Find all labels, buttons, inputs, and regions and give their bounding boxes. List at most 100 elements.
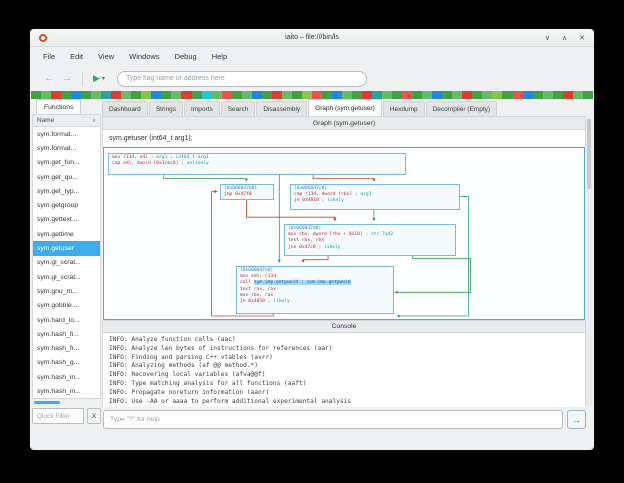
titlebar[interactable]: iaito – file:///bin/ls ∨ ∧ ✕ bbox=[30, 29, 594, 47]
function-list-item[interactable]: sym.hash_fr... bbox=[33, 341, 100, 355]
memory-segment bbox=[332, 91, 342, 99]
memory-segment bbox=[71, 91, 81, 99]
tab-strings[interactable]: Strings bbox=[149, 101, 183, 116]
console-log-line: INFO: Analyze function calls (aac) bbox=[109, 336, 585, 345]
continue-debug-icon[interactable]: ▶ bbox=[93, 74, 100, 83]
function-list-item[interactable]: sym.hash_in... bbox=[33, 384, 100, 398]
maximize-icon[interactable]: ∧ bbox=[562, 34, 567, 42]
memory-segment bbox=[462, 91, 472, 99]
function-list-item[interactable]: sym.gnu_m... bbox=[33, 284, 100, 298]
function-list-item[interactable]: sym.hash_in... bbox=[33, 370, 100, 384]
memory-segment bbox=[382, 91, 392, 99]
memory-segment bbox=[553, 91, 563, 99]
console-log-line: INFO: Finding and parsing C++ vtables (a… bbox=[109, 354, 585, 363]
function-list-item[interactable]: sym.gobble... bbox=[33, 299, 100, 313]
memory-segment bbox=[131, 91, 141, 99]
memory-segment bbox=[322, 91, 332, 99]
memory-segment bbox=[202, 91, 212, 99]
function-list-item[interactable]: sym.hard_lo... bbox=[33, 313, 100, 327]
iaito-logo-icon bbox=[39, 34, 47, 42]
function-list-item[interactable]: sym.getgroup bbox=[33, 198, 100, 212]
memory-segment bbox=[91, 91, 101, 99]
memory-segment bbox=[292, 91, 302, 99]
memory-segment bbox=[151, 91, 161, 99]
clear-filter-button[interactable]: X bbox=[87, 408, 101, 424]
functions-panel: Functions Name ∧ sym.format...sym.format… bbox=[32, 99, 101, 448]
menu-item-file[interactable]: File bbox=[43, 52, 55, 61]
basic-block[interactable]: [0x000047b8]jmp 0x47f0 bbox=[220, 184, 274, 200]
graph-dock-header[interactable]: Graph (sym.getuser) bbox=[102, 116, 586, 130]
seek-search-input[interactable] bbox=[117, 71, 367, 87]
function-list-item[interactable]: sym.get_qu... bbox=[33, 170, 100, 184]
graph-canvas[interactable]: mov r13d, edi ; arg1 ; int64_t arg1cmp e… bbox=[103, 147, 585, 320]
menu-item-debug[interactable]: Debug bbox=[175, 52, 197, 61]
memory-segment bbox=[482, 91, 492, 99]
memory-segment bbox=[543, 91, 553, 99]
function-list-item[interactable]: sym.getuser bbox=[33, 241, 100, 255]
disasm-line: je 0x4850 ; likely bbox=[240, 299, 390, 305]
horizontal-scrollbar-thumb[interactable] bbox=[34, 401, 60, 404]
function-list-item[interactable]: sym.get_fun... bbox=[33, 156, 100, 170]
functions-column-header[interactable]: Name ∧ bbox=[32, 114, 101, 127]
tab-decompiler-empty-[interactable]: Decompiler (Empty) bbox=[426, 101, 497, 116]
console-output[interactable]: INFO: Analyze function calls (aac) INFO: … bbox=[102, 333, 586, 407]
minimize-icon[interactable]: ∨ bbox=[545, 34, 550, 42]
console-dock-header[interactable]: Console bbox=[102, 320, 586, 333]
vertical-scrollbar-thumb[interactable] bbox=[587, 119, 591, 189]
memory-segment bbox=[41, 91, 51, 99]
menu-item-help[interactable]: Help bbox=[212, 52, 227, 61]
console-command-input[interactable] bbox=[103, 410, 563, 429]
arrow-right-icon: → bbox=[572, 415, 581, 425]
memory-segment bbox=[171, 91, 181, 99]
memory-segment bbox=[282, 91, 292, 99]
memory-segment bbox=[452, 91, 462, 99]
function-list-item[interactable]: sym.hash_g... bbox=[33, 356, 100, 370]
menu-item-view[interactable]: View bbox=[98, 52, 114, 61]
memory-segment bbox=[212, 91, 222, 99]
tab-graph-sym-getuser-[interactable]: Graph (sym.getuser) bbox=[308, 99, 382, 116]
vertical-scrollbar[interactable] bbox=[586, 117, 592, 407]
chevron-down-icon[interactable]: ▾ bbox=[102, 75, 105, 82]
memory-segment bbox=[232, 91, 242, 99]
console-send-button[interactable]: → bbox=[567, 410, 586, 429]
function-list-item[interactable]: sym.format... bbox=[33, 127, 100, 141]
tab-disassembly[interactable]: Disassembly bbox=[256, 101, 307, 116]
console-log-line: INFO: Analyzing methods (af @@ method.*) bbox=[109, 362, 585, 371]
quick-filter-row: X bbox=[32, 408, 101, 425]
tab-imports[interactable]: Imports bbox=[184, 101, 220, 116]
memory-segment bbox=[262, 91, 272, 99]
memory-segment bbox=[392, 91, 402, 99]
back-button[interactable]: ← bbox=[44, 74, 54, 84]
basic-block[interactable]: [0x000047d0]mov rbx, qword [rbx + 0x10] … bbox=[284, 224, 456, 256]
menu-item-windows[interactable]: Windows bbox=[129, 52, 159, 61]
functions-dock-tab[interactable]: Functions bbox=[36, 99, 81, 114]
console-input-row: → bbox=[103, 410, 586, 429]
memory-segment bbox=[432, 91, 442, 99]
memory-segment bbox=[192, 91, 202, 99]
menu-item-edit[interactable]: Edit bbox=[70, 52, 83, 61]
function-list-item[interactable]: sym.get_typ... bbox=[33, 184, 100, 198]
function-list-item[interactable]: sym.hash_fi... bbox=[33, 327, 100, 341]
screen: iaito – file:///bin/ls ∨ ∧ ✕ File Edit Vie… bbox=[0, 0, 624, 483]
function-signature: sym.getuser (int64_t arg1); bbox=[102, 130, 586, 147]
tab-hexdump[interactable]: Hexdump bbox=[383, 101, 425, 116]
forward-button[interactable]: → bbox=[62, 74, 72, 84]
function-list-item[interactable]: sym.gl_scrat... bbox=[33, 270, 100, 284]
quick-filter-input[interactable] bbox=[32, 408, 84, 424]
disasm-line: jmp 0x47f0 bbox=[224, 192, 270, 198]
function-list-item[interactable]: sym.gl_scrat... bbox=[33, 256, 100, 270]
memory-map-strip[interactable] bbox=[31, 91, 593, 99]
memory-segment bbox=[422, 91, 432, 99]
close-icon[interactable]: ✕ bbox=[579, 34, 585, 42]
memory-segment bbox=[573, 91, 583, 99]
function-list-item[interactable]: sym.format... bbox=[33, 141, 100, 155]
basic-block[interactable]: mov r13d, edi ; arg1 ; int64_t arg1cmp e… bbox=[108, 153, 406, 175]
tab-dashboard[interactable]: Dashboard bbox=[102, 101, 148, 116]
console-log-line: INFO: Recovering local variables (afva@@… bbox=[109, 371, 585, 380]
basic-block[interactable]: [0x000047e0]mov edi, r13dcall sym.imp.ge… bbox=[236, 266, 394, 314]
tab-search[interactable]: Search bbox=[221, 101, 256, 116]
functions-list: sym.format...sym.format...sym.get_fun...… bbox=[32, 127, 101, 399]
function-list-item[interactable]: sym.gettext... bbox=[33, 213, 100, 227]
basic-block[interactable]: [0x000047c0]cmp r13d, dword [rbx] ; arg1… bbox=[290, 184, 460, 210]
function-list-item[interactable]: sym.gettime bbox=[33, 227, 100, 241]
